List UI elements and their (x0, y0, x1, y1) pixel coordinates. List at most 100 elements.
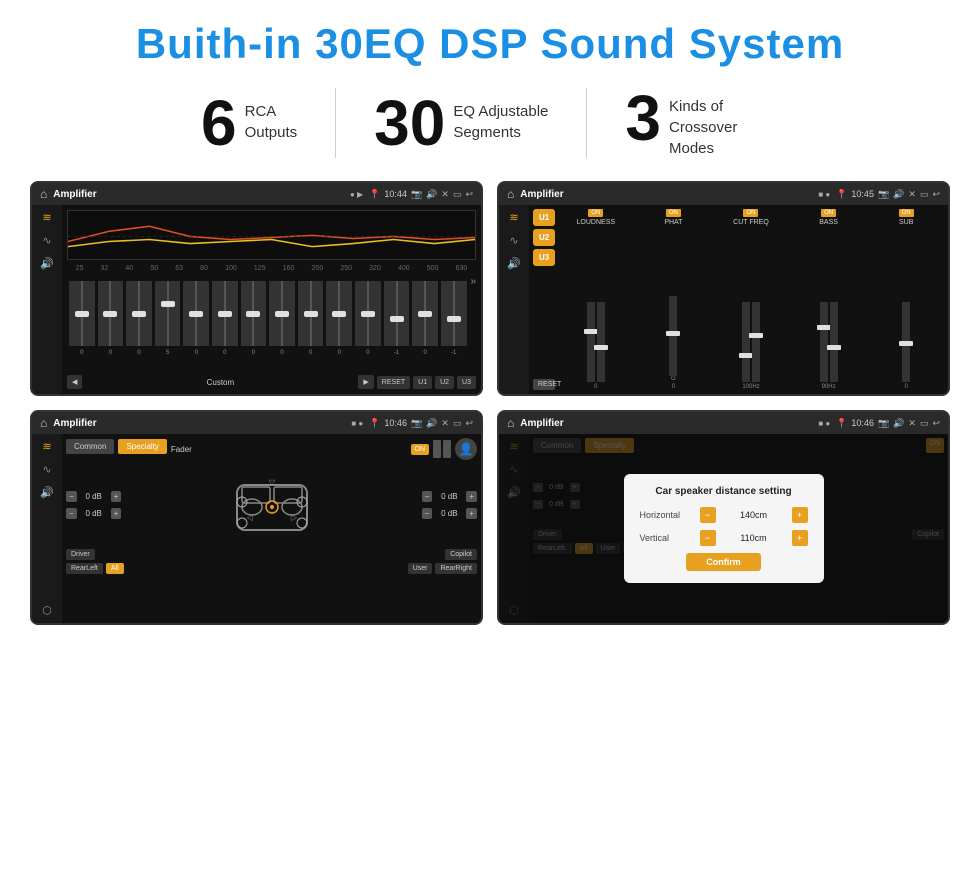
loudness-slider-l[interactable] (587, 302, 595, 382)
close-icon-fader[interactable]: ✕ (441, 418, 449, 429)
fader-slider-bar2[interactable] (443, 440, 451, 458)
amp-channel-phat: ON PHAT G 0 (636, 209, 712, 390)
top-bar-amp: ⌂ Amplifier ■ ● 📍 10:45 📷 🔊 ✕ ▭ ↩ (499, 183, 948, 205)
vertical-minus-btn[interactable]: − (700, 530, 716, 546)
window-icon-amp[interactable]: ▭ (920, 189, 929, 200)
eq-slider-10[interactable]: 0 (326, 281, 352, 346)
reset-btn[interactable]: RESET (377, 376, 410, 389)
horizontal-minus-btn[interactable]: − (700, 507, 716, 523)
back-icon-fader[interactable]: ↩ (465, 418, 473, 429)
bass-label: BASS (819, 219, 838, 226)
eq-sidebar-eq-icon[interactable]: ≋ (42, 211, 51, 224)
prev-btn[interactable]: ◀ (67, 375, 82, 389)
bass-slider-l[interactable] (820, 302, 828, 382)
fader-on-toggle[interactable]: ON (411, 444, 430, 455)
vertical-plus-btn[interactable]: + (792, 530, 808, 546)
fader-tabs: Common Specialty (66, 439, 167, 454)
vol1-minus[interactable]: − (66, 491, 77, 502)
car-svg: ◁ ▷ ▽ (222, 465, 322, 545)
play-btn[interactable]: ▶ (358, 375, 373, 389)
eq-slider-2[interactable]: 0 (98, 281, 124, 346)
phat-on[interactable]: ON (666, 209, 681, 217)
expand-icon[interactable]: » (470, 276, 476, 287)
eq-slider-9[interactable]: 0 (298, 281, 324, 346)
home-icon-eq[interactable]: ⌂ (40, 187, 47, 201)
close-icon-eq[interactable]: ✕ (441, 189, 449, 200)
fader-sidebar-eq-icon[interactable]: ≋ (42, 440, 51, 453)
vol2-plus[interactable]: + (111, 508, 122, 519)
fader-label: Fader (171, 445, 407, 454)
window-icon-dialog[interactable]: ▭ (920, 418, 929, 429)
vol3-minus[interactable]: − (422, 491, 433, 502)
eq-slider-4[interactable]: 5 (155, 281, 181, 346)
confirm-button[interactable]: Confirm (686, 553, 761, 571)
loudness-slider-r[interactable] (597, 302, 605, 382)
eq-slider-5[interactable]: 0 (183, 281, 209, 346)
stat-eq-number: 30 (374, 91, 445, 155)
eq-slider-1[interactable]: 0 (69, 281, 95, 346)
speaker-icon-amp: 🔊 (893, 189, 904, 200)
user-btn[interactable]: User (408, 563, 433, 574)
loudness-on[interactable]: ON (588, 209, 603, 217)
sub-on[interactable]: ON (899, 209, 914, 217)
home-icon-amp[interactable]: ⌂ (507, 187, 514, 201)
back-icon-dialog[interactable]: ↩ (932, 418, 940, 429)
vol1-plus[interactable]: + (111, 491, 122, 502)
eq-sidebar-speaker-icon[interactable]: 🔊 (40, 257, 54, 270)
eq-slider-6[interactable]: 0 (212, 281, 238, 346)
eq-slider-3[interactable]: 0 (126, 281, 152, 346)
amp-preset-col: U1 U2 U3 RESET (533, 209, 555, 390)
rearright-btn[interactable]: RearRight (435, 563, 477, 574)
phat-slider[interactable] (669, 296, 677, 376)
vol4-minus[interactable]: − (422, 508, 433, 519)
back-icon-eq[interactable]: ↩ (465, 189, 473, 200)
home-icon-fader[interactable]: ⌂ (40, 416, 47, 430)
window-icon-fader[interactable]: ▭ (453, 418, 462, 429)
vol1-value: 0 dB (80, 492, 108, 501)
sub-slider[interactable] (902, 302, 910, 382)
eq-slider-8[interactable]: 0 (269, 281, 295, 346)
preset-u3[interactable]: U3 (533, 249, 555, 266)
u1-btn[interactable]: U1 (413, 376, 432, 389)
horizontal-plus-btn[interactable]: + (792, 507, 808, 523)
fader-slider-bar[interactable] (433, 440, 441, 458)
cutfreq-on[interactable]: ON (743, 209, 758, 217)
fader-sidebar-wave-icon[interactable]: ∿ (42, 463, 51, 476)
tab-specialty[interactable]: Specialty (118, 439, 166, 454)
bass-on[interactable]: ON (821, 209, 836, 217)
amp-reset-btn[interactable]: RESET (533, 379, 555, 390)
vol2-minus[interactable]: − (66, 508, 77, 519)
eq-slider-12[interactable]: -1 (384, 281, 410, 346)
all-btn[interactable]: All (106, 563, 124, 574)
amp-sidebar-wave-icon[interactable]: ∿ (509, 234, 518, 247)
cutfreq-slider-r[interactable] (752, 302, 760, 382)
close-icon-dialog[interactable]: ✕ (908, 418, 916, 429)
amp-sidebar-speaker-icon[interactable]: 🔊 (507, 257, 521, 270)
preset-u2[interactable]: U2 (533, 229, 555, 246)
u2-btn[interactable]: U2 (435, 376, 454, 389)
eq-sidebar: ≋ ∿ 🔊 (32, 205, 62, 394)
driver-btn[interactable]: Driver (66, 549, 95, 560)
speaker-icon-eq: 🔊 (426, 189, 437, 200)
eq-slider-14[interactable]: -1 (441, 281, 467, 346)
eq-slider-11[interactable]: 0 (355, 281, 381, 346)
bass-slider-r[interactable] (830, 302, 838, 382)
fader-sidebar-arrows-icon[interactable]: ⬡ (42, 604, 52, 617)
vol3-plus[interactable]: + (466, 491, 477, 502)
fader-sidebar-speaker-icon[interactable]: 🔊 (40, 486, 54, 499)
eq-sidebar-wave-icon[interactable]: ∿ (42, 234, 51, 247)
cutfreq-slider-l[interactable] (742, 302, 750, 382)
window-icon-eq[interactable]: ▭ (453, 189, 462, 200)
amp-sidebar-eq-icon[interactable]: ≋ (509, 211, 518, 224)
vol4-plus[interactable]: + (466, 508, 477, 519)
eq-slider-13[interactable]: 0 (412, 281, 438, 346)
copilot-btn[interactable]: Copilot (445, 549, 477, 560)
preset-u1[interactable]: U1 (533, 209, 555, 226)
home-icon-dialog[interactable]: ⌂ (507, 416, 514, 430)
back-icon-amp[interactable]: ↩ (932, 189, 940, 200)
rearleft-btn[interactable]: RearLeft (66, 563, 103, 574)
eq-slider-7[interactable]: 0 (241, 281, 267, 346)
tab-common[interactable]: Common (66, 439, 114, 454)
u3-btn[interactable]: U3 (457, 376, 476, 389)
close-icon-amp[interactable]: ✕ (908, 189, 916, 200)
